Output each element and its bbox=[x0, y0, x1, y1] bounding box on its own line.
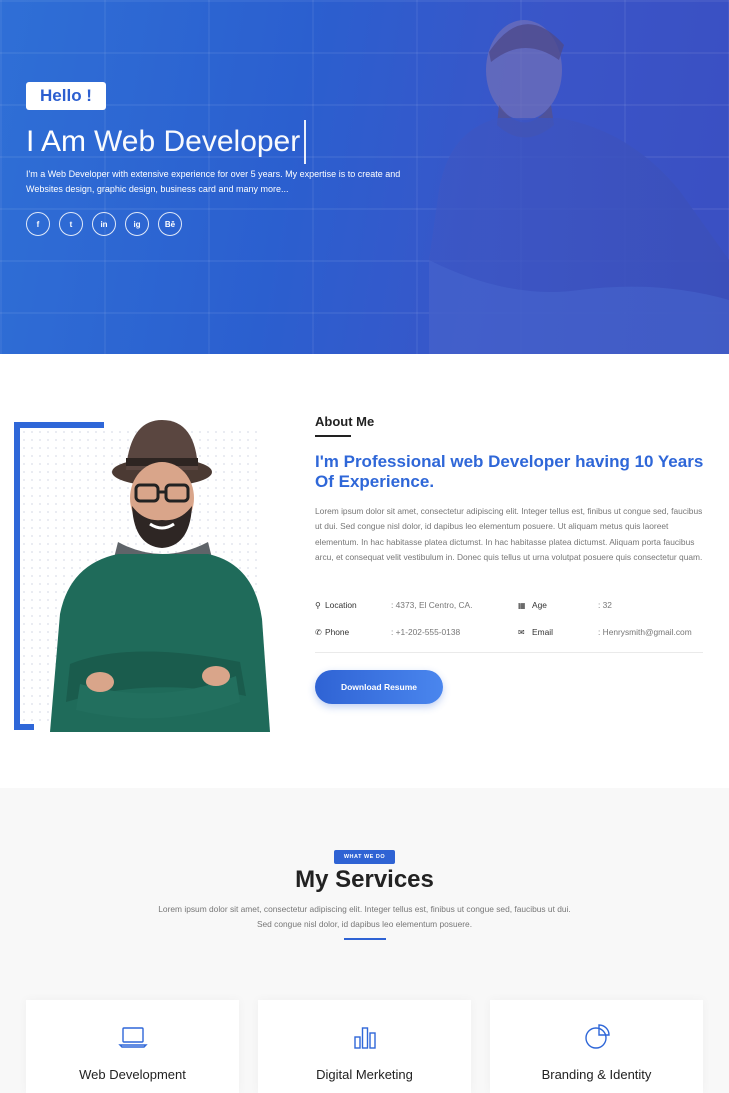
service-card-branding-identity[interactable]: Branding & Identity bbox=[490, 1000, 703, 1093]
about-section: About Me I'm Professional web Developer … bbox=[0, 354, 729, 788]
age-label: Age bbox=[532, 600, 547, 610]
calendar-icon: ▦ bbox=[518, 600, 526, 610]
services-title: My Services bbox=[295, 866, 434, 893]
instagram-icon[interactable]: ig bbox=[125, 212, 149, 236]
phone-icon: ✆ bbox=[315, 627, 322, 637]
services-section: WHAT WE DO My Services Lorem ipsum dolor… bbox=[0, 788, 729, 1093]
social-links: f t in ig Bē bbox=[26, 212, 182, 236]
info-email: ✉ Email : Henrysmith@gmail.com bbox=[518, 627, 692, 637]
bar-chart-icon bbox=[353, 1027, 376, 1049]
linkedin-icon[interactable]: in bbox=[92, 212, 116, 236]
service-card-web-development[interactable]: Web Development bbox=[26, 1000, 239, 1093]
email-label: Email bbox=[532, 627, 553, 637]
twitter-icon[interactable]: t bbox=[59, 212, 83, 236]
services-description: Lorem ipsum dolor sit amet, consectetur … bbox=[158, 904, 571, 930]
hero-description: I'm a Web Developer with extensive exper… bbox=[26, 169, 401, 194]
service-card-digital-marketing[interactable]: Digital Merketing bbox=[258, 1000, 471, 1093]
laptop-icon bbox=[117, 1027, 148, 1048]
envelope-icon: ✉ bbox=[518, 627, 525, 637]
about-divider bbox=[315, 652, 703, 653]
hero-title: I Am Web Developer bbox=[26, 120, 307, 164]
location-value: : 4373, El Centro, CA. bbox=[391, 600, 473, 610]
info-phone: ✆ Phone : +1-202-555-0138 bbox=[315, 627, 460, 637]
service-card-title: Branding & Identity bbox=[541, 1067, 652, 1082]
phone-label: Phone bbox=[325, 627, 350, 637]
photo-frame-left bbox=[14, 422, 20, 730]
typing-cursor bbox=[304, 120, 307, 164]
download-resume-button[interactable]: Download Resume bbox=[315, 670, 443, 704]
about-heading-underline bbox=[315, 435, 351, 437]
email-value: : Henrysmith@gmail.com bbox=[598, 627, 692, 637]
hero-section: Hello ! I Am Web Developer I'm a Web Dev… bbox=[0, 0, 729, 354]
what-we-do-badge: WHAT WE DO bbox=[334, 850, 395, 864]
age-value: : 32 bbox=[598, 600, 612, 610]
location-label: Location bbox=[325, 600, 357, 610]
service-card-title: Web Development bbox=[79, 1067, 186, 1082]
services-underline bbox=[344, 938, 386, 940]
hero-title-typed: Web Developer bbox=[94, 125, 301, 158]
phone-value: : +1-202-555-0138 bbox=[391, 627, 461, 637]
hello-badge: Hello ! bbox=[26, 82, 106, 110]
about-heading: About Me bbox=[315, 414, 375, 429]
behance-icon[interactable]: Bē bbox=[158, 212, 182, 236]
pie-chart-icon bbox=[584, 1024, 610, 1049]
info-age: ▦ Age : 32 bbox=[518, 600, 612, 610]
hero-title-strong: I Am bbox=[26, 125, 87, 158]
map-pin-icon: ⚲ bbox=[315, 600, 321, 610]
info-location: ⚲ Location : 4373, El Centro, CA. bbox=[315, 600, 472, 610]
hero-person-image bbox=[429, 20, 729, 354]
facebook-icon[interactable]: f bbox=[26, 212, 50, 236]
profile-photo bbox=[50, 420, 270, 732]
service-card-title: Digital Merketing bbox=[316, 1067, 413, 1082]
about-title: I'm Professional web Developer having 10… bbox=[315, 452, 704, 491]
about-text: Lorem ipsum dolor sit amet, consectetur … bbox=[315, 506, 703, 563]
photo-frame-bottom bbox=[14, 724, 34, 730]
